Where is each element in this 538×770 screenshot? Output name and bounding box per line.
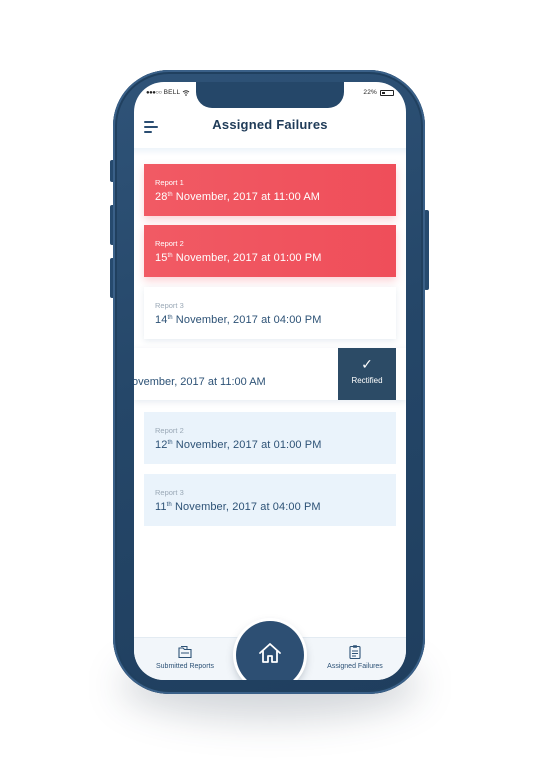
report-date: 28th November, 2017 at 11:00 AM: [155, 191, 321, 203]
battery-percent: 22%: [363, 89, 377, 96]
nav-label: Assigned Failures: [327, 663, 383, 670]
app-header: Assigned Failures: [134, 108, 406, 148]
folder-icon: [178, 646, 192, 659]
report-card-3[interactable]: Report 3 14th November, 2017 at 04:00 PM: [144, 287, 396, 339]
nav-assigned-failures[interactable]: Assigned Failures: [310, 644, 400, 670]
phone-notch: [196, 82, 344, 108]
rectified-button[interactable]: ✓ Rectified: [338, 348, 396, 400]
carrier-name: BELL: [163, 89, 181, 96]
rectified-label: Rectified: [351, 376, 383, 385]
status-left: ●●●○○ BELL: [146, 89, 190, 96]
nav-submitted-reports[interactable]: Submitted Reports: [140, 644, 230, 670]
report-date: 15th November, 2017 at 01:00 PM: [155, 252, 322, 264]
report-label: Report 1: [155, 178, 184, 187]
report-label: Report 2: [155, 239, 184, 248]
phone-screen: ●●●○○ BELL 22% Assigned Failures Report …: [134, 82, 406, 680]
status-right: 22%: [363, 89, 394, 96]
check-icon: ✓: [361, 356, 373, 372]
report-label: Report 2: [155, 426, 184, 435]
header-divider: [134, 148, 406, 156]
clipboard-icon: [349, 645, 361, 660]
report-date: 11th November, 2017 at 04:00 PM: [155, 501, 321, 513]
report-card-1[interactable]: Report 1 28th November, 2017 at 11:00 AM: [144, 164, 396, 216]
wifi-icon: [183, 89, 190, 96]
home-button[interactable]: [236, 621, 304, 680]
report-date: ovember, 2017 at 11:00 AM: [134, 376, 266, 388]
signal-dots: ●●●○○: [146, 89, 162, 96]
report-label: Report 3: [155, 488, 184, 497]
swiped-report-row[interactable]: ovember, 2017 at 11:00 AM ✓ Rectified: [134, 348, 406, 400]
report-card-5[interactable]: Report 3 11th November, 2017 at 04:00 PM: [144, 474, 396, 526]
battery-icon: [380, 89, 394, 96]
home-icon: [259, 643, 281, 663]
report-date: 14th November, 2017 at 04:00 PM: [155, 314, 322, 326]
report-label: Report 3: [155, 301, 184, 310]
nav-label: Submitted Reports: [156, 663, 214, 670]
report-card-2[interactable]: Report 2 15th November, 2017 at 01:00 PM: [144, 225, 396, 277]
page-title: Assigned Failures: [212, 117, 328, 132]
report-card-4[interactable]: Report 2 12th November, 2017 at 01:00 PM: [144, 412, 396, 464]
report-date: 12th November, 2017 at 01:00 PM: [155, 439, 322, 451]
